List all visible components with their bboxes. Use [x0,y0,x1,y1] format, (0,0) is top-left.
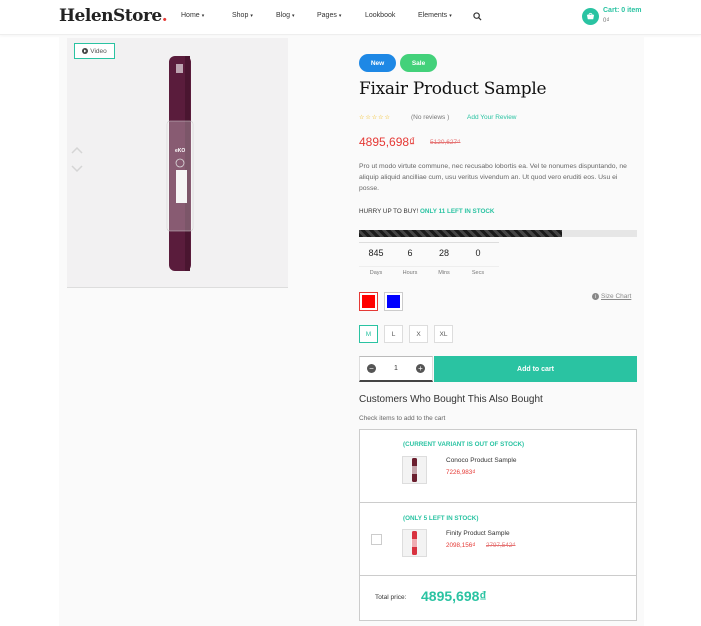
add-to-cart-button[interactable]: Add to cart [434,356,637,382]
yoga-mat-image: eKO [166,56,194,271]
related-title: Customers Who Bought This Also Bought [359,394,543,405]
stock-progress-fill [359,230,562,237]
related-subtitle: Check items to add to the cart [359,415,446,422]
cart-label[interactable]: Cart: 0 item [603,7,642,14]
nav-label: Lookbook [365,12,396,19]
rating-stars: ☆☆☆☆☆ [359,115,391,121]
nav-label: Blog [276,12,291,19]
related-item-status: (CURRENT VARIANT IS OUT OF STOCK) [403,441,525,448]
total-price-label: Total price: [375,594,407,601]
related-item-checkbox[interactable] [371,534,382,545]
color-swatch-red[interactable] [359,292,378,311]
size-option-l[interactable]: L [384,325,403,343]
video-label: Video [90,47,107,55]
countdown-days: 845 Days [368,248,384,276]
countdown-mins: 28 Mins [438,248,450,276]
chevron-down-icon: ▾ [250,12,253,19]
hurry-text: HURRY UP TO BUY! [359,208,419,215]
related-item-status: (ONLY 5 LEFT IN STOCK) [403,515,479,522]
related-item-price: 2098,156₫ [446,542,476,549]
nav-item-shop[interactable]: Shop ▾ [232,12,276,19]
size-chart-link[interactable]: i Size Chart [592,293,631,300]
related-item-name[interactable]: Finity Product Sample [446,530,510,537]
cart-total: 0₫ [603,18,610,24]
color-swatch-blue[interactable] [384,292,403,311]
related-item-thumbnail[interactable] [402,529,427,557]
nav-label: Shop [232,12,249,19]
nav-label: Home [181,12,200,19]
product-price: 4895,698₫ [359,135,416,149]
chevron-down-icon: ▾ [201,12,205,19]
size-option-x[interactable]: X [409,325,428,343]
related-item-price: 7226,983₫ [446,469,476,476]
countdown-secs: 0 Secs [471,248,485,276]
related-item: (ONLY 5 LEFT IN STOCK) Finity Product Sa… [360,503,636,576]
stock-progress-bar [359,230,637,237]
search-icon[interactable] [473,12,482,21]
chevron-down-icon: ▾ [292,12,295,19]
related-item: (CURRENT VARIANT IS OUT OF STOCK) Conoco… [360,430,636,503]
reviews-count: (No reviews ) [411,114,450,121]
related-item-thumbnail[interactable] [402,456,427,484]
swatch-fill [387,295,400,308]
info-icon: i [592,293,599,300]
nav-item-home[interactable]: Home ▾ [181,12,232,19]
nav-item-elements[interactable]: Elements ▾ [418,12,463,19]
video-button[interactable]: Video [74,43,115,59]
size-chart-label: Size Chart [601,293,632,300]
play-icon [82,48,89,54]
badge-sale: Sale [400,54,437,72]
main-nav: Home ▾ Shop ▾ Blog ▾ Pages ▾ Lookbook Elemen… [181,12,463,19]
cart-icon[interactable] [582,8,599,25]
nav-item-blog[interactable]: Blog ▾ [276,12,317,19]
size-option-m[interactable]: M [359,325,378,343]
quantity-input[interactable]: 1 [394,365,398,372]
total-price-value: 4895,698₫ [421,588,487,604]
swatch-fill [362,295,375,308]
nav-label: Pages [317,12,337,19]
product-title: Fixair Product Sample [359,79,547,99]
product-description: Pro ut modo virtute commune, nec recusab… [359,163,627,192]
stock-notice: HURRY UP TO BUY! ONLY 11 LEFT IN STOCK [359,208,494,215]
badge-new: New [359,54,396,72]
quantity-stepper: − 1 + [359,356,433,382]
minus-icon[interactable]: − [367,364,376,373]
nav-item-pages[interactable]: Pages ▾ [317,12,365,19]
plus-icon[interactable]: + [416,364,425,373]
product-main-image[interactable]: eKO [67,38,288,288]
related-item-name[interactable]: Conoco Product Sample [446,457,516,464]
svg-text:eKO: eKO [175,148,185,154]
countdown-hours: 6 Hours [402,248,418,276]
chevron-up-icon[interactable] [71,146,83,154]
chevron-down-icon: ▾ [338,12,342,19]
chevron-down-icon[interactable] [71,165,83,173]
chevron-down-icon: ▾ [449,12,452,19]
countdown-timer: 845 Days 6 Hours 28 Mins 0 Secs [359,240,499,276]
site-header: HelenStore. Home ▾ Shop ▾ Blog ▾ Pages ▾ Loo… [0,0,701,35]
store-logo[interactable]: HelenStore. [59,6,168,26]
related-item-old-price: 2797,542₫ [486,542,516,549]
product-old-price: 5120,627₫ [430,139,461,146]
nav-label: Elements [418,12,448,19]
stock-count: ONLY 11 LEFT IN STOCK [420,208,495,215]
size-option-xl[interactable]: XL [434,325,453,343]
add-review-link[interactable]: Add Your Review [467,114,517,121]
related-products-box: (CURRENT VARIANT IS OUT OF STOCK) Conoco… [359,429,637,621]
nav-item-lookbook[interactable]: Lookbook [365,12,418,19]
